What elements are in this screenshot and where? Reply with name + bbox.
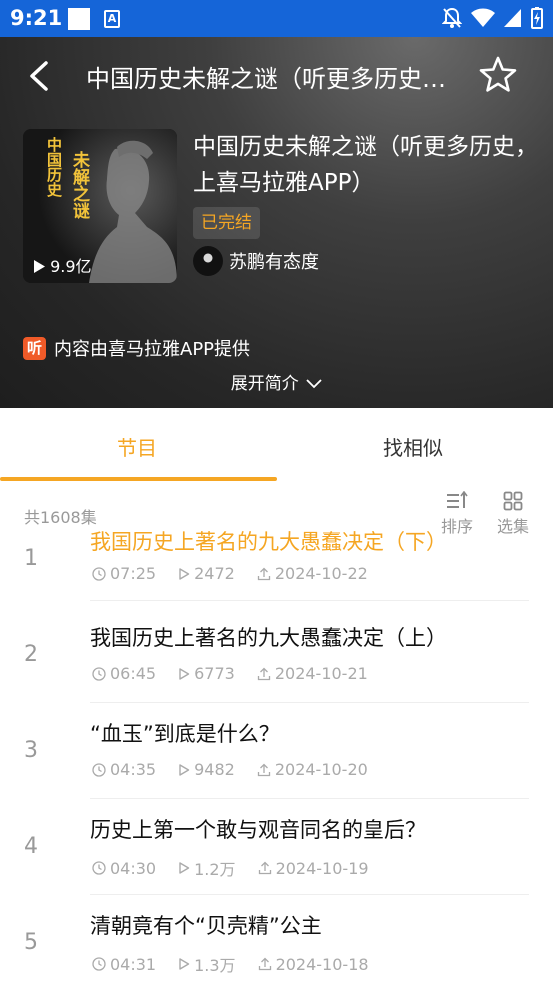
episode-meta: 04:35 9482 2024-10-20	[92, 760, 368, 779]
play-outline-icon	[179, 862, 190, 874]
episode-date: 2024-10-22	[274, 564, 368, 583]
app-notification-icon: A	[104, 10, 120, 28]
episode-plays: 1.2万	[194, 860, 236, 879]
notification-square-icon	[68, 8, 90, 30]
episode-number: 5	[24, 930, 38, 955]
play-outline-icon	[179, 667, 190, 680]
episode-title: 历史上第一个敢与观音同名的皇后？	[90, 818, 426, 842]
signal-icon	[504, 9, 521, 27]
active-tab-indicator	[0, 477, 277, 481]
tab-similar[interactable]: 找相似	[383, 432, 443, 461]
provider-note: 听 内容由喜马拉雅APP提供	[23, 336, 250, 360]
episode-list: 1 我国历史上著名的九大愚蠢决定（下） 07:25 2472 2024-10-2…	[0, 522, 553, 984]
upload-icon	[257, 667, 270, 680]
cover-text-left: 中国历史	[45, 137, 63, 197]
play-count-value: 9.9亿	[50, 257, 92, 276]
episode-date: 2024-10-21	[274, 664, 368, 683]
episode-date: 2024-10-20	[274, 760, 368, 779]
expand-intro-label: 展开简介	[230, 374, 299, 394]
episode-duration: 07:25	[110, 564, 157, 583]
play-outline-icon	[179, 763, 190, 776]
tab-bar: 节目 找相似	[0, 408, 553, 482]
episode-duration: 06:45	[110, 664, 157, 683]
episode-title: 我国历史上著名的九大愚蠢决定（上）	[90, 626, 447, 650]
row-divider	[90, 600, 529, 601]
clock-icon	[92, 566, 106, 581]
back-arrow-icon[interactable]	[24, 59, 54, 93]
ximalaya-logo-icon: 听	[23, 336, 46, 360]
row-divider	[90, 894, 529, 895]
episode-plays: 1.3万	[194, 956, 236, 975]
episode-plays: 9482	[194, 760, 235, 779]
upload-icon	[257, 763, 270, 776]
battery-charging-icon	[531, 7, 543, 29]
episode-duration: 04:35	[110, 760, 157, 779]
status-bar: 9:21 A	[0, 0, 553, 37]
clock-icon	[92, 666, 106, 681]
episode-number: 4	[24, 834, 38, 859]
sort-icon	[447, 491, 468, 508]
play-outline-icon	[179, 567, 190, 580]
status-time: 9:21	[10, 6, 63, 30]
play-count: 9.9亿	[33, 253, 92, 277]
episode-row[interactable]: 2 我国历史上著名的九大愚蠢决定（上） 06:45 6773 2024-10-2…	[0, 610, 553, 706]
clock-icon	[92, 762, 106, 777]
episode-row[interactable]: 1 我国历史上著名的九大愚蠢决定（下） 07:25 2472 2024-10-2…	[0, 522, 553, 610]
tab-episodes[interactable]: 节目	[117, 432, 157, 461]
status-badge: 已完结	[193, 207, 260, 239]
episode-plays: 6773	[194, 664, 235, 683]
album-cover[interactable]: 中国历史 未解之谜 9.9亿	[23, 129, 177, 283]
clock-icon	[92, 861, 106, 875]
episode-meta: 04:30 1.2万 2024-10-19	[92, 856, 369, 880]
author-avatar	[193, 246, 223, 276]
episode-meta: 06:45 6773 2024-10-21	[92, 664, 368, 683]
upload-icon	[258, 861, 271, 875]
nav-title: 中国历史未解之谜（听更多历史…	[86, 65, 446, 93]
notifications-off-icon	[442, 7, 462, 28]
episode-duration: 04:30	[110, 858, 157, 878]
upload-icon	[257, 567, 270, 580]
episode-row[interactable]: 5 清朝竟有个“贝壳精”公主 04:31 1.3万 2024-10-18	[0, 898, 553, 984]
expand-intro-button[interactable]: 展开简介	[0, 369, 553, 394]
upload-icon	[258, 957, 271, 971]
wifi-icon	[471, 8, 495, 27]
episode-plays: 2472	[194, 564, 235, 583]
chevron-down-icon	[306, 379, 322, 389]
episode-date: 2024-10-18	[275, 954, 369, 974]
episode-date: 2024-10-19	[275, 858, 369, 878]
episode-row[interactable]: 3 “血玉”到底是什么？ 04:35 9482 2024-10-20	[0, 706, 553, 802]
episode-meta: 07:25 2472 2024-10-22	[92, 564, 368, 583]
album-title: 中国历史未解之谜（听更多历史，上喜马拉雅APP）	[193, 134, 538, 196]
cover-text-right: 未解之谜	[69, 151, 89, 219]
favorite-star-icon[interactable]	[478, 55, 518, 95]
play-icon	[34, 260, 45, 273]
row-divider	[90, 798, 529, 799]
episode-title: “血玉”到底是什么？	[90, 722, 280, 746]
provider-text: 内容由喜马拉雅APP提供	[54, 339, 251, 360]
author-name: 苏鹏有态度	[229, 252, 319, 273]
episode-title: 我国历史上著名的九大愚蠢决定（下）	[90, 530, 447, 554]
episode-title: 清朝竟有个“贝壳精”公主	[90, 914, 322, 938]
episode-number: 2	[24, 642, 38, 667]
episode-meta: 04:31 1.3万 2024-10-18	[92, 952, 369, 976]
episode-number: 3	[24, 738, 38, 763]
episode-row[interactable]: 4 历史上第一个敢与观音同名的皇后？ 04:30 1.2万 2024-10-19	[0, 802, 553, 898]
episode-duration: 04:31	[110, 954, 157, 974]
album-header: 中国历史未解之谜（听更多历史… 中国历史 未解之谜 9.9亿 中国历史未解之谜（…	[0, 37, 553, 408]
episode-number: 1	[24, 546, 38, 571]
author-link[interactable]: 苏鹏有态度	[193, 245, 319, 277]
clock-icon	[92, 957, 106, 971]
row-divider	[90, 702, 529, 703]
play-outline-icon	[179, 958, 190, 970]
grid-icon	[503, 491, 523, 511]
